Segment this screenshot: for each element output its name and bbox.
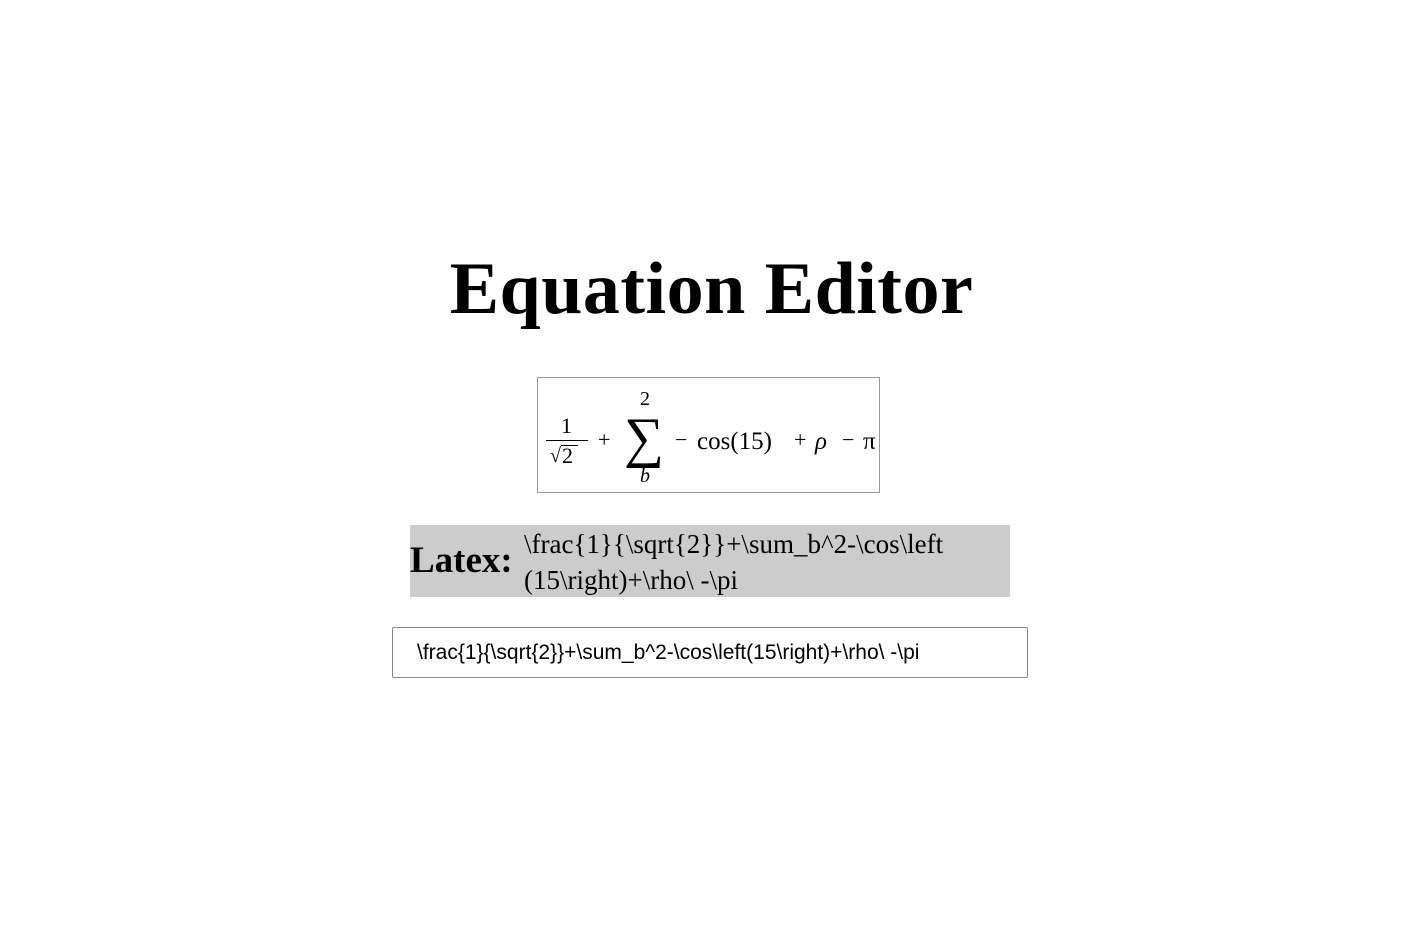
equation-preview: 1 √ 2 + 2 ∑ b − cos(15) + ρ − π	[537, 377, 880, 493]
fraction-numerator: 1	[561, 413, 572, 438]
minus-operator: −	[675, 427, 688, 452]
latex-label: Latex:	[410, 540, 513, 581]
sqrt-symbol: √	[550, 445, 561, 467]
sum-symbol: ∑	[624, 407, 664, 469]
equation-input[interactable]	[392, 627, 1028, 678]
latex-display: Latex: \frac{1}{\sqrt{2}}+\sum_b^2-\cos\…	[410, 525, 1010, 597]
plus-operator: +	[598, 427, 611, 452]
rho-symbol: ρ	[815, 428, 827, 455]
sqrt-argument: 2	[562, 443, 573, 468]
fraction-bar	[546, 440, 588, 441]
plus-operator-2: +	[794, 427, 807, 452]
minus-operator-2: −	[842, 427, 855, 452]
page-title: Equation Editor	[449, 248, 974, 330]
sum-lower-limit: b	[640, 465, 650, 487]
equation-editor-page: Equation Editor 1 √ 2 + 2 ∑ b − cos(15) …	[0, 0, 1415, 933]
latex-code: \frac{1}{\sqrt{2}}+\sum_b^2-\cos\left(15…	[524, 529, 944, 595]
cos-expression: cos(15)	[697, 428, 772, 455]
pi-symbol: π	[863, 428, 876, 455]
